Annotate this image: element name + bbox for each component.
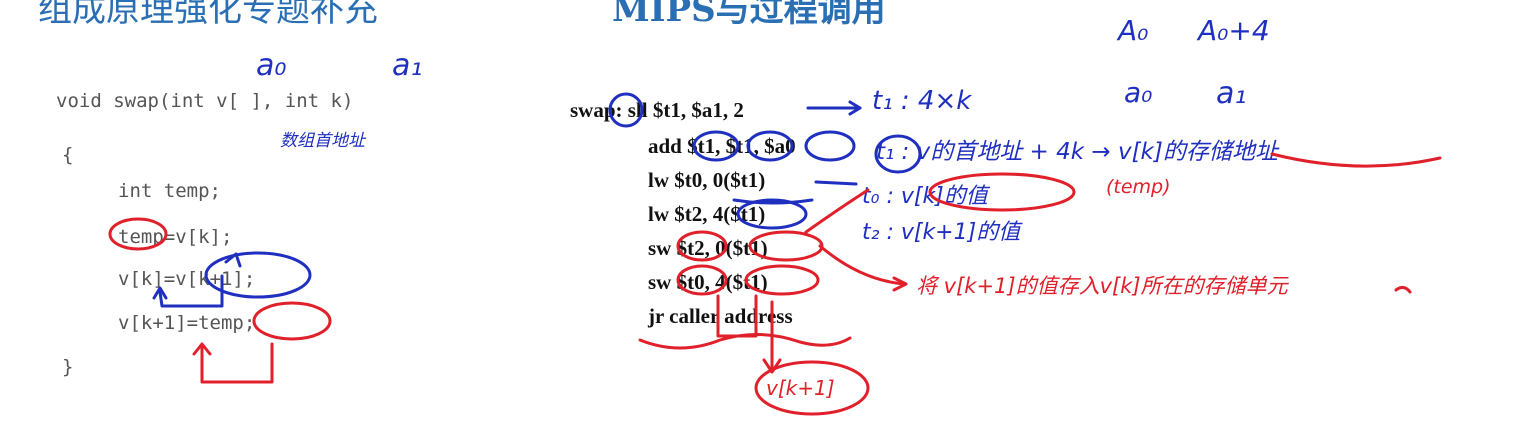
line-t0: [814, 180, 858, 186]
bracket-k: [158, 274, 224, 308]
circle-t2: [676, 230, 728, 262]
circle-temp-lhs: [108, 217, 168, 251]
circle-t1-a: [692, 130, 740, 162]
circle-t1-b: [746, 130, 794, 162]
circle-sll: [608, 92, 644, 128]
circle-temp-rhs: [252, 301, 332, 341]
circle-t0: [676, 264, 728, 296]
circle-4-t1-b: [744, 264, 820, 296]
connector-red-1: [804, 188, 870, 234]
circle-vk1-label: [754, 360, 870, 416]
circle-t1-note: [874, 134, 922, 174]
circle-0-t1: [748, 230, 824, 262]
bracket-red-mips: [716, 294, 758, 338]
circle-a0: [804, 130, 856, 162]
arrow-store: [818, 244, 906, 286]
end-mark: [1394, 285, 1412, 294]
circle-vk-val: [928, 172, 1076, 212]
underline-vk-addr: [1270, 152, 1442, 168]
annotation-strokes: [108, 92, 1442, 416]
bracket-red-bottom: [200, 342, 274, 384]
